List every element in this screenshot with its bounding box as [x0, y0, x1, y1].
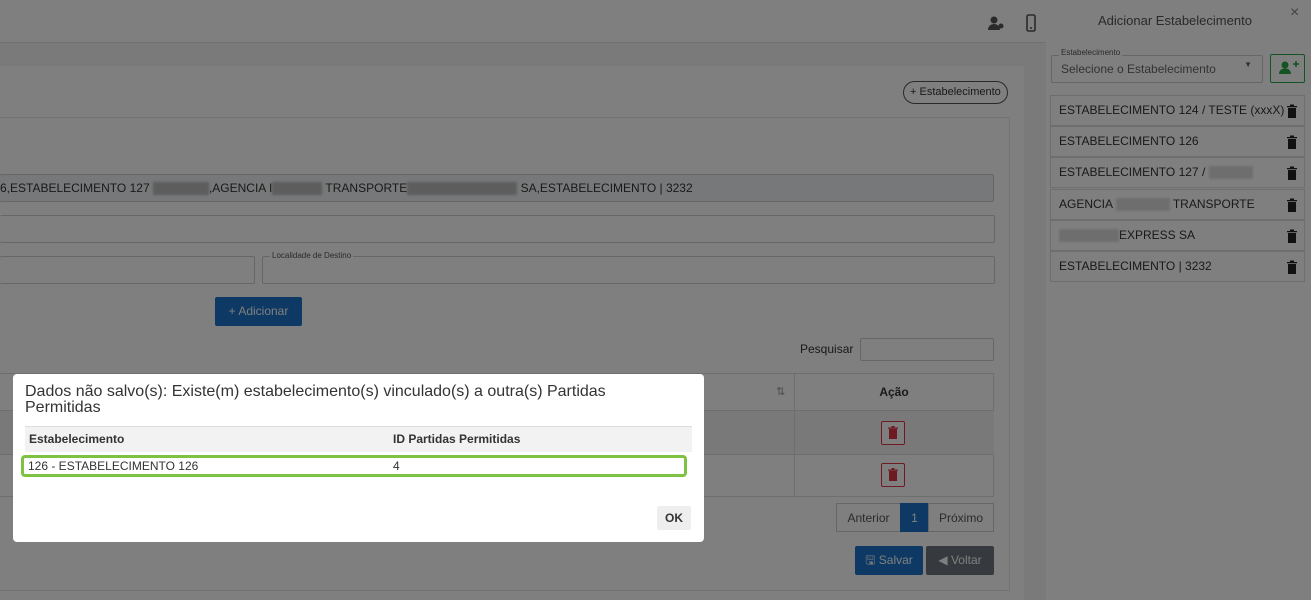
modal-table-header: Estabelecimento ID Partidas Permitidas: [25, 426, 692, 452]
cell-establishment: 126 - ESTABELECIMENTO 126: [28, 459, 199, 473]
ok-button[interactable]: OK: [657, 506, 691, 530]
table-row: 126 - ESTABELECIMENTO 126 4: [21, 455, 687, 477]
alert-modal: Dados não salvo(s): Existe(m) estabeleci…: [13, 374, 704, 542]
column-header-establishment: Estabelecimento: [29, 432, 125, 446]
column-header-id: ID Partidas Permitidas: [393, 432, 521, 446]
modal-title: Dados não salvo(s): Existe(m) estabeleci…: [25, 383, 606, 416]
cell-id: 4: [393, 459, 400, 473]
